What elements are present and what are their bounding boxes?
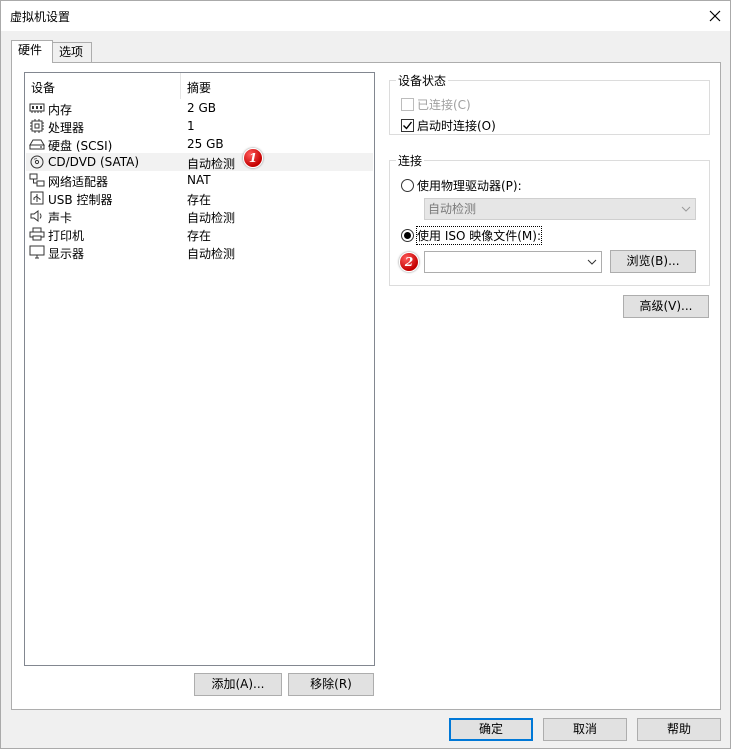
device-summary: 自动检测 [187,211,236,225]
device-row-cd-dvd[interactable]: CD/DVD (SATA) 自动检测 [26,153,373,171]
vm-settings-window: 虚拟机设置 硬件 选项 设备 摘要 内存 2 GB 处理器 1 硬盘 (SCSI… [0,0,731,749]
device-row-usb-controller[interactable]: USB 控制器 存在 [26,189,373,207]
device-row-sound-card[interactable]: 声卡 自动检测 [26,207,373,225]
iso-image-radio[interactable]: 使用 ISO 映像文件(M): [401,226,542,245]
remove-device-button[interactable]: 移除(R) [288,673,374,696]
processor-icon [29,119,45,133]
advanced-button[interactable]: 高级(V)... [623,295,709,318]
add-device-button[interactable]: 添加(A)... [194,673,282,696]
ok-button[interactable]: 确定 [449,718,533,741]
hardware-tab-panel: 设备 摘要 内存 2 GB 处理器 1 硬盘 (SCSI) 25 GB CD/D… [11,62,721,710]
device-summary: 存在 [187,193,212,207]
column-header-summary[interactable]: 摘要 [181,73,211,99]
title-bar: 虚拟机设置 [1,1,730,31]
tab-hardware[interactable]: 硬件 [11,40,53,63]
device-summary: 自动检测 [187,247,236,261]
device-name: USB 控制器 [48,193,113,207]
device-summary: 1 [187,119,195,133]
network-adapter-icon [29,173,45,187]
device-row-network-adapter[interactable]: 网络适配器 NAT [26,171,373,189]
device-row-memory[interactable]: 内存 2 GB [26,99,373,117]
cd-dvd-icon [29,155,45,169]
close-icon[interactable] [700,1,730,31]
tab-options-label: 选项 [59,45,84,59]
chevron-down-icon [681,199,691,219]
help-button[interactable]: 帮助 [637,718,721,741]
connect-on-power-on-label: 启动时连接(O) [417,119,496,133]
device-summary: 自动检测 [187,157,236,171]
usb-icon [29,191,45,205]
device-row-hard-disk[interactable]: 硬盘 (SCSI) 25 GB [26,135,373,153]
device-list-header: 设备 摘要 [25,73,374,99]
physical-drive-select-value: 自动检测 [428,202,477,216]
device-row-display[interactable]: 显示器 自动检测 [26,243,373,261]
sound-card-icon [29,209,45,223]
checkmark-icon [401,119,414,132]
device-status-label: 设备状态 [396,72,449,89]
device-summary: 25 GB [187,137,224,151]
device-name: 网络适配器 [48,175,109,189]
device-name: 声卡 [48,211,73,225]
device-status-group: 设备状态 已连接(C) 启动时连接(O) [389,72,710,135]
device-name: 硬盘 (SCSI) [48,139,113,153]
device-row-processor[interactable]: 处理器 1 [26,117,373,135]
window-title: 虚拟机设置 [10,10,71,24]
printer-icon [29,227,45,241]
device-row-printer[interactable]: 打印机 存在 [26,225,373,243]
device-summary: 2 GB [187,101,216,115]
connected-label: 已连接(C) [417,98,471,112]
cancel-button[interactable]: 取消 [543,718,627,741]
display-icon [29,245,45,259]
checkbox-box [401,98,414,111]
connected-checkbox[interactable]: 已连接(C) [401,96,471,113]
tab-hardware-label: 硬件 [18,43,43,57]
connection-label: 连接 [396,152,425,169]
radio-unselected-icon [401,179,414,192]
device-name: 打印机 [48,229,85,243]
annotation-badge-2: 2 [399,252,419,272]
device-summary: 存在 [187,229,212,243]
annotation-badge-1: 1 [243,148,263,168]
device-name: 处理器 [48,121,85,135]
device-name: CD/DVD (SATA) [48,155,140,169]
device-name: 内存 [48,103,73,117]
chevron-down-icon[interactable] [587,252,597,272]
device-name: 显示器 [48,247,85,261]
connect-on-power-on-checkbox[interactable]: 启动时连接(O) [401,117,496,134]
radio-selected-icon [401,229,414,242]
column-header-device[interactable]: 设备 [25,73,181,99]
browse-button[interactable]: 浏览(B)... [610,250,696,273]
physical-drive-select: 自动检测 [424,198,696,220]
iso-image-label: 使用 ISO 映像文件(M): [416,226,542,245]
tab-options[interactable]: 选项 [52,42,92,62]
physical-drive-label: 使用物理驱动器(P): [417,179,522,193]
iso-path-combobox[interactable] [424,251,602,273]
hard-disk-icon [29,137,45,151]
device-list[interactable]: 设备 摘要 内存 2 GB 处理器 1 硬盘 (SCSI) 25 GB CD/D… [24,72,375,666]
connection-group: 连接 使用物理驱动器(P): 自动检测 使用 ISO 映像文件(M): 2 浏览… [389,152,710,286]
memory-icon [29,101,45,115]
physical-drive-radio[interactable]: 使用物理驱动器(P): [401,177,522,194]
device-summary: NAT [187,173,211,187]
